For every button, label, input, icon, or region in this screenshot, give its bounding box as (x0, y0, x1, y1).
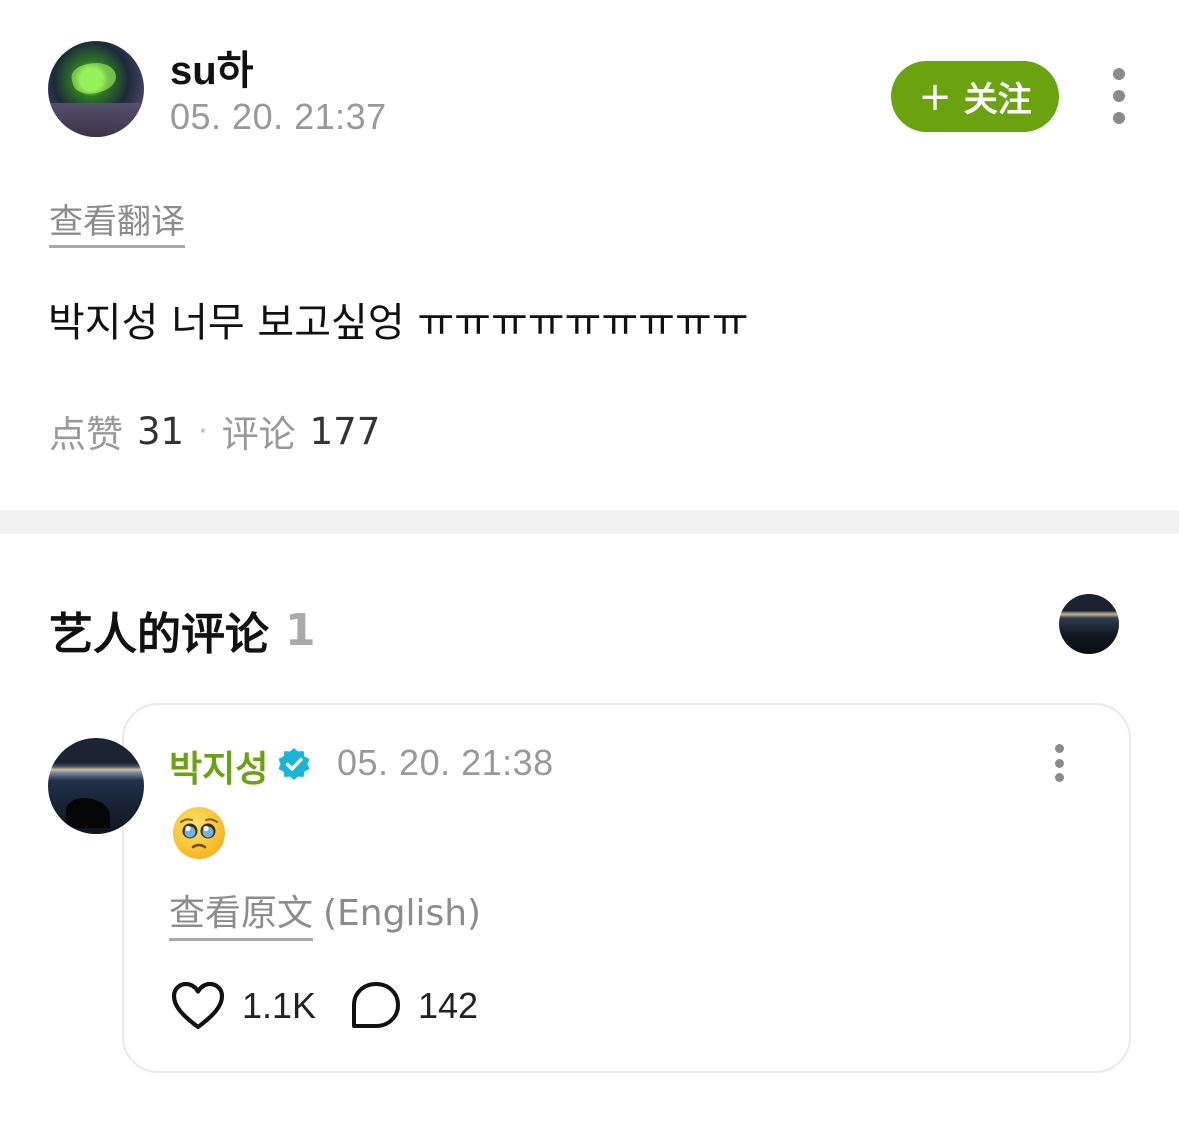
section-divider (0, 510, 1179, 534)
like-button[interactable]: 1.1K (170, 980, 316, 1032)
reply-button[interactable]: 142 (350, 980, 478, 1032)
stats-separator: · (198, 413, 208, 449)
follow-button[interactable]: + 关注 (891, 61, 1059, 132)
verified-badge-icon (278, 748, 310, 780)
artist-avatar[interactable] (48, 738, 144, 834)
artist-name[interactable]: 박지성 (169, 740, 268, 792)
author-name[interactable]: su하 (170, 38, 253, 96)
comment-more-options-icon[interactable] (1050, 744, 1068, 782)
avatar-crowd (48, 103, 144, 137)
pleading-face-emoji (173, 807, 225, 859)
artist-avatar-small[interactable] (1059, 594, 1119, 654)
comments-label[interactable]: 评论 (222, 404, 296, 458)
view-translation-link[interactable]: 查看翻译 (49, 194, 185, 248)
original-language: (English) (323, 893, 482, 934)
avatar-lightstick-glow (69, 58, 119, 98)
post-stats: 点赞 31 · 评论 177 (49, 404, 380, 458)
post-timestamp: 05. 20. 21:37 (170, 96, 387, 137)
artist-comments-count: 1 (285, 604, 316, 656)
comments-count[interactable]: 177 (310, 410, 381, 453)
plus-icon: + (918, 73, 952, 120)
author-avatar[interactable] (48, 41, 144, 137)
avatar-silhouette (66, 798, 110, 828)
likes-label: 点赞 (49, 413, 123, 456)
post-more-options-icon[interactable] (1108, 68, 1130, 124)
like-count: 1.1K (242, 985, 317, 1026)
speech-bubble-icon (352, 982, 400, 1028)
view-original: 查看原文 (English) (169, 884, 481, 941)
artist-comments-heading: 艺人的评论 1 (49, 598, 316, 662)
likes-count: 31 (137, 409, 185, 453)
view-original-link[interactable]: 查看原文 (169, 884, 314, 941)
reply-count: 142 (418, 985, 479, 1026)
artist-comments-title: 艺人的评论 (49, 609, 269, 660)
follow-label: 关注 (963, 80, 1032, 120)
heart-icon (171, 981, 225, 1030)
comment-timestamp: 05. 20. 21:38 (337, 742, 554, 783)
post-body-text: 박지성 너무 보고싶엉 ㅠㅠㅠㅠㅠㅠㅠㅠㅠ (48, 300, 749, 346)
